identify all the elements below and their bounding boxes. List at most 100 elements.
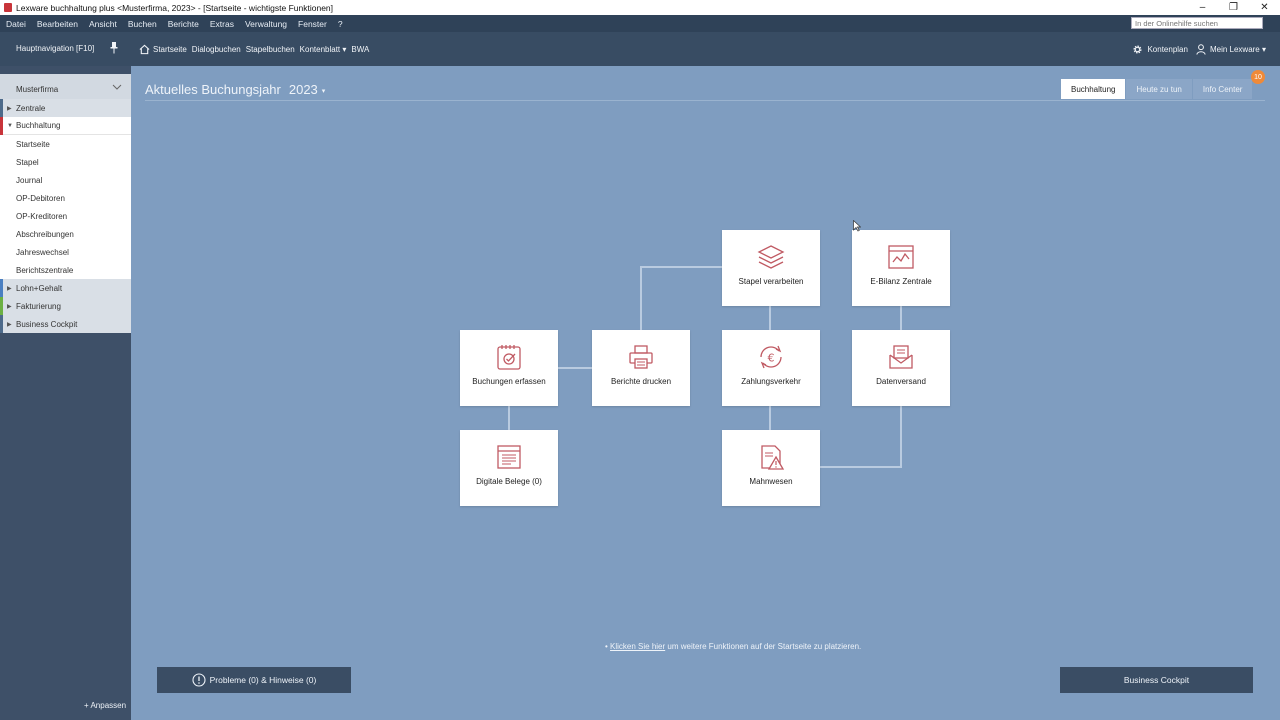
tile-label: Digitale Belege (0) (476, 477, 542, 486)
sidebar-item-label: Lohn+Gehalt (16, 283, 63, 293)
hint-text: • Klicken Sie hier um weitere Funktionen… (605, 642, 861, 651)
toolbar-right: Kontenplan Mein Lexware ▾ (1132, 32, 1274, 66)
tile-label: Stapel verarbeiten (738, 277, 804, 286)
sidebar-item-zentrale[interactable]: ▶ Zentrale (0, 99, 131, 117)
link-stapelbuchen[interactable]: Stapelbuchen (246, 45, 295, 54)
menu-datei[interactable]: Datei (6, 19, 26, 29)
sidebar-item-label: Berichtszentrale (16, 265, 74, 275)
menu-help[interactable]: ? (338, 19, 343, 29)
tile-label: Berichte drucken (610, 377, 672, 386)
sidebar-item-lohn-gehalt[interactable]: ▶ Lohn+Gehalt (0, 279, 131, 297)
section-color-bar (0, 279, 3, 297)
tile-label: Zahlungsverkehr (741, 377, 801, 386)
tile-mahnwesen[interactable]: Mahnwesen (722, 430, 820, 506)
sidebar-item-jahreswechsel[interactable]: Jahreswechsel (0, 243, 131, 261)
menu-bearbeiten[interactable]: Bearbeiten (37, 19, 78, 29)
kontenplan-button[interactable]: Kontenplan (1132, 44, 1188, 55)
sidebar-item-stapel[interactable]: Stapel (0, 153, 131, 171)
gear-icon (1133, 44, 1143, 54)
minimize-button[interactable]: – (1187, 0, 1218, 15)
envelope-document-icon (889, 345, 913, 369)
help-search-input[interactable]: In der Onlinehilfe suchen (1131, 17, 1263, 29)
menu-ansicht[interactable]: Ansicht (89, 19, 117, 29)
tile-connectors (508, 266, 902, 468)
hint-suffix: um weitere Funktionen auf der Startseite… (665, 642, 862, 651)
tile-label: Buchungen erfassen (472, 377, 546, 386)
sidebar-item-op-kreditoren[interactable]: OP-Kreditoren (0, 207, 131, 225)
sidebar-item-label: Zentrale (16, 103, 46, 113)
company-name: Musterfirma (16, 85, 59, 94)
tile-digitale-belege[interactable]: Digitale Belege (0) (460, 430, 558, 506)
sidebar-item-fakturierung[interactable]: ▶ Fakturierung (0, 297, 131, 315)
sidebar-item-startseite[interactable]: Startseite (0, 135, 131, 153)
restore-button[interactable]: ❐ (1218, 0, 1249, 15)
exclamation-circle-icon (192, 673, 206, 687)
tile-label: E-Bilanz Zentrale (870, 277, 932, 286)
probleme-hinweise-button[interactable]: Probleme (0) & Hinweise (0) (157, 667, 351, 693)
company-selector[interactable]: Musterfirma (0, 74, 131, 102)
klicken-sie-hier-link[interactable]: Klicken Sie hier (610, 642, 665, 651)
menu-berichte[interactable]: Berichte (168, 19, 199, 29)
menu-buchen[interactable]: Buchen (128, 19, 157, 29)
tile-buchungen-erfassen[interactable]: Buchungen erfassen (460, 330, 558, 406)
tile-stapel-verarbeiten[interactable]: Stapel verarbeiten (722, 230, 820, 306)
document-warning-icon (761, 445, 785, 470)
notepad-check-icon (497, 345, 521, 370)
probleme-label: Probleme (0) & Hinweise (0) (209, 675, 317, 685)
tile-e-bilanz-zentrale[interactable]: E-Bilanz Zentrale (852, 230, 950, 306)
sidebar-item-business-cockpit[interactable]: ▶ Business Cockpit (0, 315, 131, 333)
svg-text:€: € (768, 352, 775, 365)
anpassen-link[interactable]: + Anpassen (84, 701, 126, 710)
link-dialogbuchen[interactable]: Dialogbuchen (192, 45, 241, 54)
sidebar-item-label: Startseite (16, 139, 50, 149)
menu-fenster[interactable]: Fenster (298, 19, 327, 29)
tile-label: Mahnwesen (749, 477, 793, 486)
section-color-bar (0, 99, 3, 117)
sidebar-item-label: Business Cockpit (16, 319, 78, 329)
sidebar-item-label: Buchhaltung (16, 121, 61, 130)
sidebar-item-op-debitoren[interactable]: OP-Debitoren (0, 189, 131, 207)
sidebar-item-buchhaltung[interactable]: ▼ Buchhaltung (0, 117, 131, 135)
tile-datenversand[interactable]: Datenversand (852, 330, 950, 406)
sidebar-item-label: Jahreswechsel (16, 247, 69, 257)
chevron-down-icon: ▼ (7, 123, 13, 129)
pin-icon[interactable] (110, 42, 118, 54)
window-title: Lexware buchhaltung plus <Musterfirma, 2… (16, 2, 334, 13)
chevron-right-icon: ▶ (7, 304, 12, 310)
quick-links: Startseite Dialogbuchen Stapelbuchen Kon… (139, 32, 374, 66)
sidebar-item-journal[interactable]: Journal (0, 171, 131, 189)
mein-lexware-label: Mein Lexware ▾ (1209, 44, 1266, 54)
tile-berichte-drucken[interactable]: Berichte drucken (592, 330, 690, 406)
tile-zahlungsverkehr[interactable]: € Zahlungsverkehr (722, 330, 820, 406)
user-icon (1196, 43, 1206, 55)
printer-icon (629, 345, 653, 369)
chevron-right-icon: ▶ (7, 322, 12, 328)
section-color-bar (0, 117, 3, 135)
link-bwa[interactable]: BWA (351, 45, 369, 54)
sidebar-item-abschreibungen[interactable]: Abschreibungen (0, 225, 131, 243)
sidebar-item-label: OP-Debitoren (16, 193, 65, 203)
sidebar-item-label: OP-Kreditoren (16, 211, 68, 221)
sidebar-item-berichtszentrale[interactable]: Berichtszentrale (0, 261, 131, 279)
close-button[interactable]: ✕ (1249, 0, 1280, 15)
title-bar: Lexware buchhaltung plus <Musterfirma, 2… (0, 0, 1280, 15)
menu-verwaltung[interactable]: Verwaltung (245, 19, 287, 29)
menu-bar: Datei Bearbeiten Ansicht Buchen Berichte… (0, 15, 1280, 32)
layers-icon (757, 245, 785, 269)
link-kontenblatt[interactable]: Kontenblatt ▾ (300, 45, 347, 54)
sidebar: Musterfirma ▶ Zentrale ▼ Buchhaltung Sta… (0, 66, 131, 720)
link-startseite[interactable]: Startseite (153, 45, 187, 54)
section-color-bar (0, 297, 3, 315)
chevron-right-icon: ▶ (7, 106, 12, 112)
home-icon[interactable] (139, 44, 150, 55)
menu-extras[interactable]: Extras (210, 19, 234, 29)
section-color-bar (0, 315, 3, 333)
kontenplan-label: Kontenplan (1147, 44, 1188, 54)
document-window-icon (497, 445, 521, 469)
sidebar-item-label: Journal (16, 175, 43, 185)
chevron-right-icon: ▶ (7, 286, 12, 292)
business-cockpit-button[interactable]: Business Cockpit (1060, 667, 1253, 693)
main-area: Aktuelles Buchungsjahr 2023 ▾ Buchhaltung … (131, 66, 1280, 720)
hauptnavigation-label[interactable]: Hauptnavigation [F10] (16, 44, 94, 53)
mein-lexware-button[interactable]: Mein Lexware ▾ (1196, 43, 1266, 55)
